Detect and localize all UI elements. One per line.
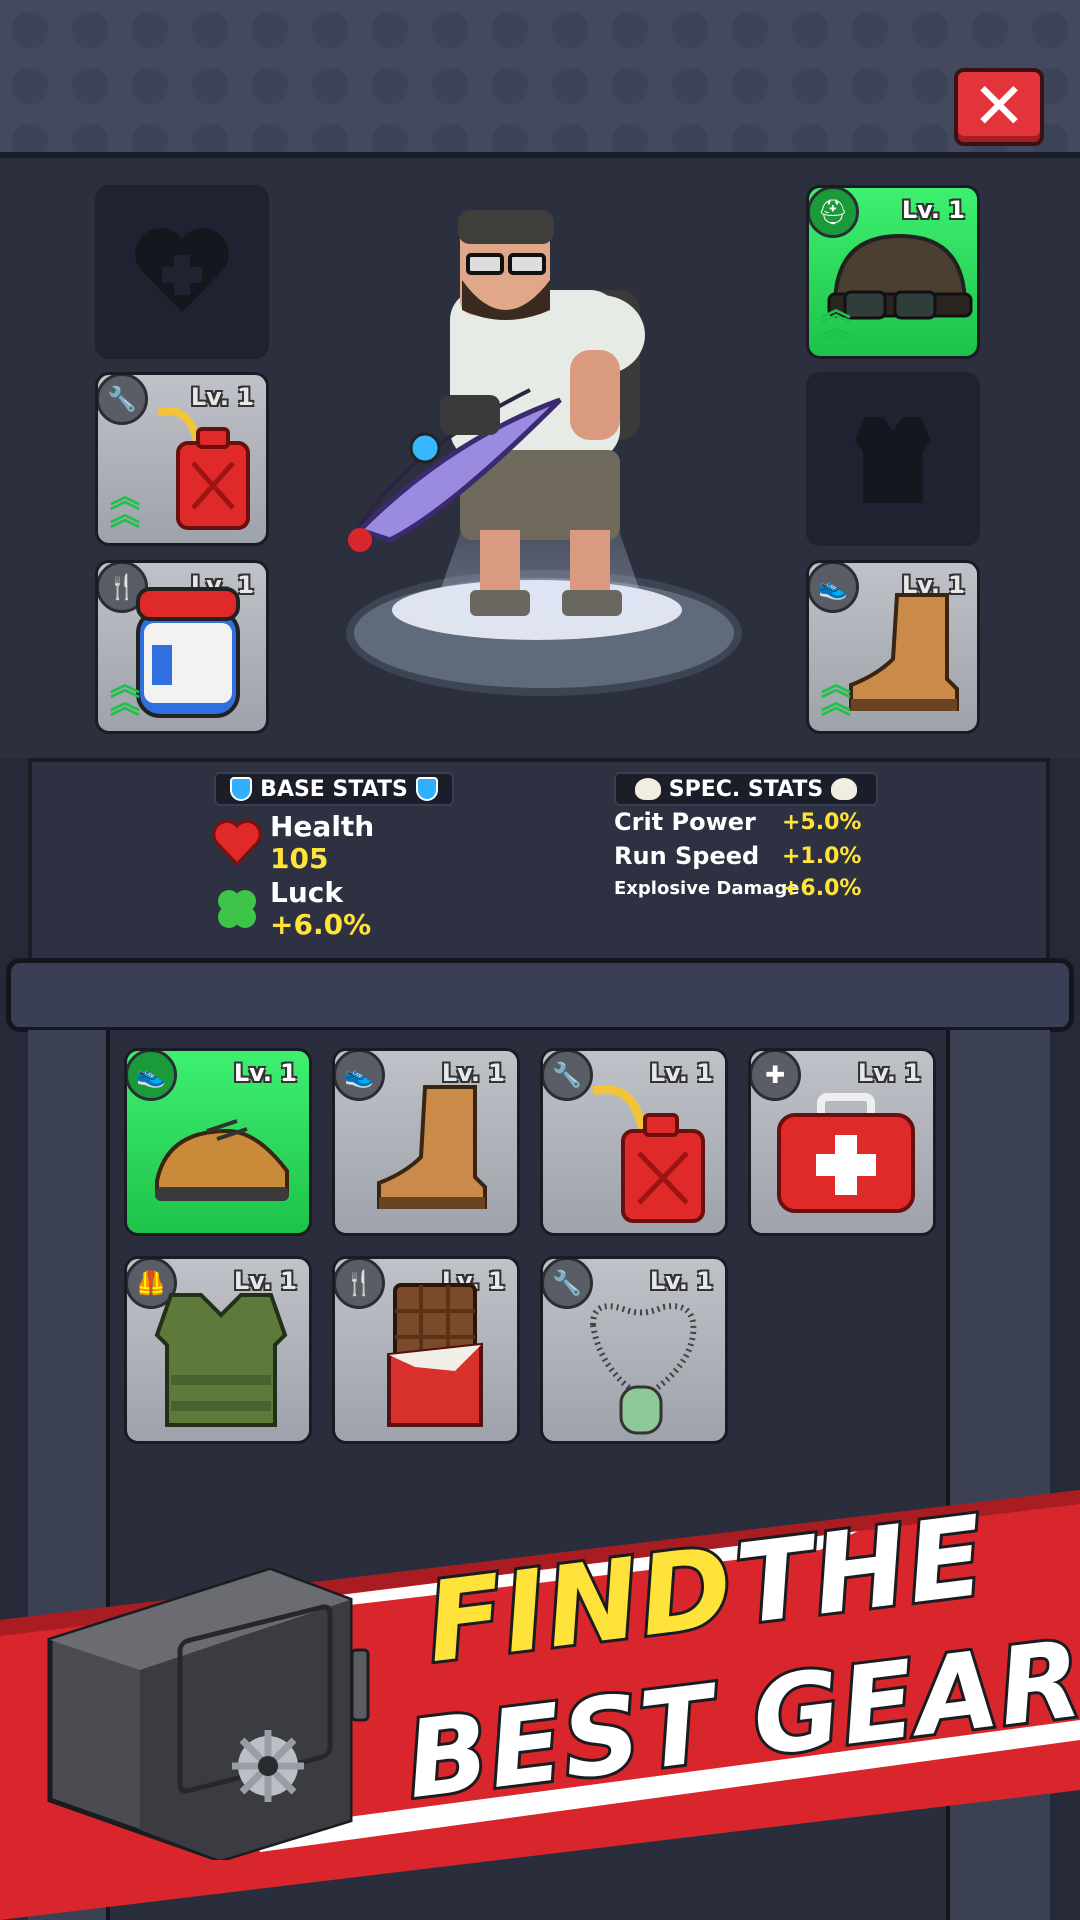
spec-stat-value: +1.0%: [782, 844, 862, 869]
empty-slot-medical[interactable]: [95, 185, 269, 359]
shield-icon: [230, 777, 253, 801]
dog-tag-icon: [590, 1303, 697, 1435]
base-stats-header: BASE STATS: [214, 772, 454, 806]
top-bar: [0, 0, 1080, 158]
vest-icon: [809, 375, 977, 543]
rank-chevrons: ︽ ︽: [821, 293, 851, 346]
crossbow-hunter-character: [348, 210, 645, 616]
spec-stat-value: +5.0%: [782, 810, 862, 835]
stats-panel: [28, 758, 1050, 958]
skull-icon: [634, 778, 661, 800]
shield-icon: [415, 777, 438, 801]
level-label: Lv. 1: [857, 1059, 921, 1087]
spec-stats-header: SPEC. STATS: [614, 772, 878, 806]
first-aid-kit-icon: [777, 1093, 915, 1213]
equipped-slot-food[interactable]: 🍴 Lv. 1 ︽ ︽: [95, 560, 269, 734]
chocolate-bar-icon: [387, 1283, 483, 1427]
shoe-icon: 👟: [127, 1051, 177, 1101]
inventory-item[interactable]: 🔧 Lv. 1: [540, 1256, 728, 1444]
jar-icon: [136, 587, 240, 718]
close-x-icon: ✕: [972, 70, 1026, 144]
safe-icon: [47, 1567, 370, 1860]
inventory-header-bar: [6, 958, 1074, 1032]
spec-stats-title: SPEC. STATS: [668, 776, 824, 802]
boot-icon: [377, 1085, 487, 1209]
spec-stat-label: Run Speed: [614, 842, 760, 870]
luck-label: Luck: [270, 876, 343, 909]
boot-icon: [849, 593, 959, 711]
sneaker-icon: [155, 1119, 289, 1201]
level-label: Lv. 1: [901, 196, 965, 224]
level-label: Lv. 1: [233, 1059, 297, 1087]
inventory-item[interactable]: 🍴 Lv. 1: [332, 1256, 520, 1444]
health-value: 105: [270, 842, 329, 875]
equipped-slot-tool[interactable]: 🔧 Lv. 1 ︽ ︽: [95, 372, 269, 546]
fuel-can-icon: [156, 407, 250, 530]
clover-icon: [218, 890, 256, 928]
spec-stat-label: Explosive Damage: [614, 878, 800, 899]
close-button[interactable]: ✕: [954, 68, 1044, 146]
luck-value: +6.0%: [270, 908, 372, 941]
equipped-slot-head[interactable]: ⛑ Lv. 1 ︽ ︽: [806, 185, 980, 359]
inventory-item[interactable]: 🦺 Lv. 1: [124, 1256, 312, 1444]
level-label: Lv. 1: [649, 1267, 713, 1295]
heart-icon: [212, 819, 262, 867]
inventory-item[interactable]: 👟 Lv. 1: [332, 1048, 520, 1236]
inventory-item[interactable]: ✚ Lv. 1: [748, 1048, 936, 1236]
spec-stat-label: Crit Power: [614, 808, 756, 836]
skull-icon: [831, 778, 858, 800]
armor-vest-icon: [154, 1293, 288, 1427]
fuel-can-icon: [591, 1084, 705, 1223]
rank-chevrons: ︽ ︽: [110, 668, 140, 721]
skull-pattern-background: [0, 0, 1080, 152]
heart-plus-icon: [98, 188, 266, 356]
rank-chevrons: ︽ ︽: [110, 480, 140, 533]
inventory-item[interactable]: 🔧 Lv. 1: [540, 1048, 728, 1236]
health-label: Health: [270, 810, 375, 843]
equipped-slot-feet[interactable]: 👟 Lv. 1 ︽ ︽: [806, 560, 980, 734]
base-stats-title: BASE STATS: [260, 776, 408, 802]
empty-slot-body[interactable]: [806, 372, 980, 546]
spec-stat-value: +6.0%: [782, 876, 862, 901]
inventory-item[interactable]: 👟 Lv. 1: [124, 1048, 312, 1236]
rank-chevrons: ︽ ︽: [821, 668, 851, 721]
